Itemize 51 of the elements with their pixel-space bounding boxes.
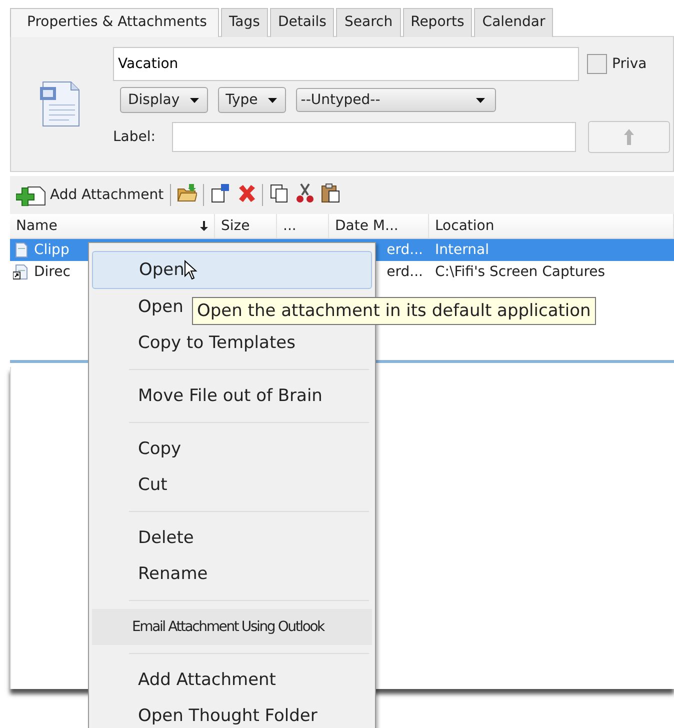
menu-item[interactable]: Copy to Templates: [92, 325, 372, 361]
column-header[interactable]: ...: [277, 214, 329, 238]
label-field[interactable]: [172, 122, 576, 152]
tab[interactable]: Properties & Attachments: [10, 8, 219, 37]
menu-item[interactable]: Cut: [92, 467, 372, 503]
new-window-icon[interactable]: [210, 183, 230, 203]
table-cell: Direc: [34, 264, 70, 280]
menu-item[interactable]: Add Attachment: [92, 662, 372, 698]
arrow-up-icon: [624, 129, 634, 145]
file-shortcut-icon: [13, 264, 29, 280]
caret-icon: [268, 98, 277, 102]
add-document-icon: [16, 184, 46, 206]
folder-icon[interactable]: [176, 183, 197, 203]
dropdown-button[interactable]: Display: [120, 87, 208, 113]
tab[interactable]: Search: [336, 8, 401, 37]
tooltip: Open the attachment in its default application: [192, 297, 596, 325]
menu-item[interactable]: Move File out of Brain: [92, 378, 372, 414]
type-select[interactable]: --Untyped--: [296, 88, 496, 112]
name-field[interactable]: Vacation: [113, 47, 579, 81]
menu-item[interactable]: Rename: [92, 556, 372, 592]
sort-arrow-icon: [200, 221, 208, 231]
file-icon: [13, 242, 29, 258]
copy-icon[interactable]: [268, 183, 289, 203]
private-checkbox[interactable]: [587, 54, 607, 74]
table-cell: Clipp: [34, 242, 70, 258]
label-caption: Label:: [113, 129, 156, 145]
menu-item[interactable]: Open: [92, 251, 372, 289]
column-header[interactable]: Date M...: [329, 214, 429, 238]
column-header[interactable]: Name: [10, 214, 215, 238]
add-attachment-button[interactable]: Add Attachment: [16, 184, 164, 206]
menu-item[interactable]: Email Attachment Using Outlook: [92, 609, 372, 645]
dropdown-button[interactable]: Type: [218, 87, 286, 113]
menu-item[interactable]: Copy: [92, 431, 372, 467]
table-cell: erd...: [386, 242, 423, 258]
scissors-icon[interactable]: [294, 183, 315, 203]
column-header[interactable]: Location: [429, 214, 674, 238]
tab[interactable]: Calendar: [474, 8, 554, 37]
column-header[interactable]: Size: [215, 214, 277, 238]
caret-icon: [190, 98, 199, 102]
table-cell: erd...: [386, 264, 423, 280]
tab[interactable]: Details: [270, 8, 334, 37]
tab[interactable]: Reports: [402, 8, 472, 37]
clipboard-icon[interactable]: [320, 183, 341, 203]
mouse-pointer-icon: [184, 260, 198, 280]
menu-item[interactable]: Open Thought Folder: [92, 698, 372, 728]
menu-item[interactable]: Delete: [92, 520, 372, 556]
private-label: Priva: [612, 56, 647, 72]
table-cell: C:\Fifi's Screen Captures: [435, 264, 606, 280]
caret-icon: [476, 98, 485, 102]
tab[interactable]: Tags: [220, 8, 268, 37]
table-cell: Internal: [435, 242, 489, 258]
